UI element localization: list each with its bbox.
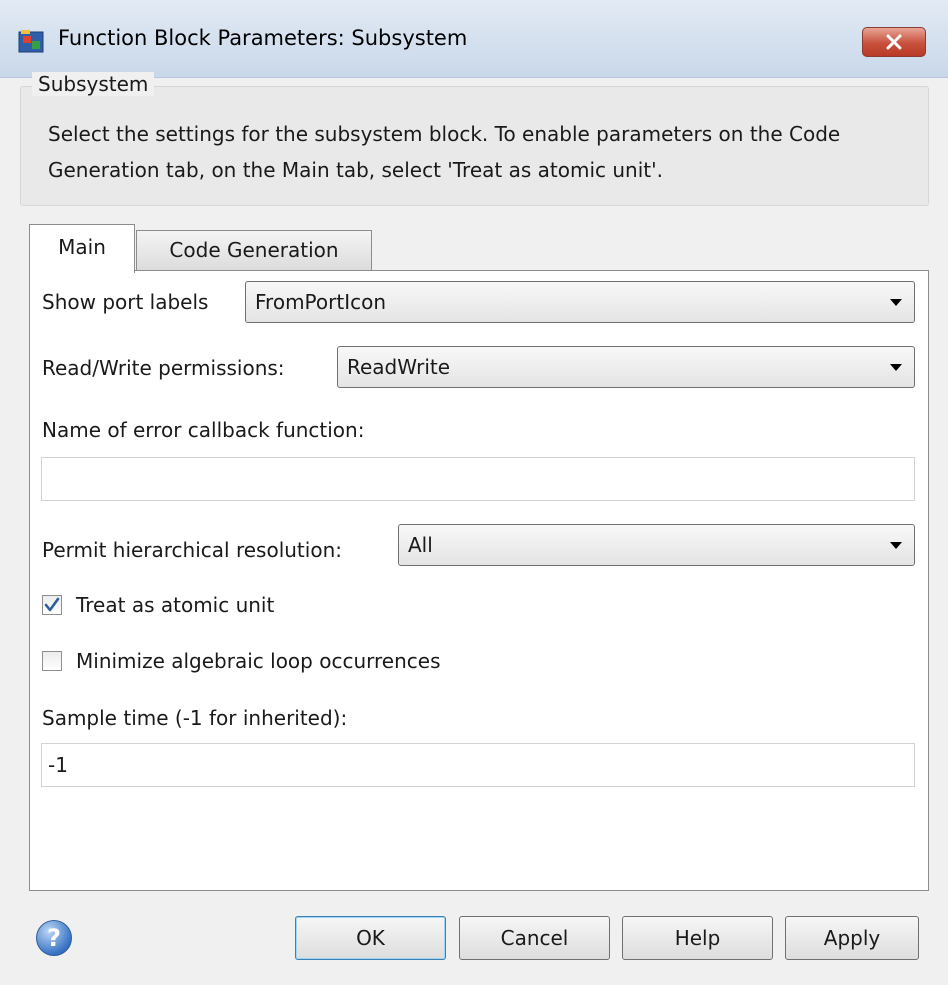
rw-permissions-value: ReadWrite — [347, 355, 451, 379]
dialog-window: Function Block Parameters: Subsystem Sub… — [0, 0, 948, 985]
hierarchical-resolution-label: Permit hierarchical resolution: — [42, 538, 342, 562]
checkmark-icon — [44, 597, 60, 612]
help-button[interactable]: Help — [622, 916, 773, 960]
close-button[interactable] — [862, 27, 926, 57]
simulink-block-icon — [18, 30, 44, 53]
hierarchical-resolution-value: All — [408, 533, 433, 557]
chevron-down-icon — [890, 542, 902, 549]
chevron-down-icon — [890, 299, 902, 306]
chevron-down-icon — [890, 364, 902, 371]
sample-time-input[interactable]: -1 — [41, 743, 915, 787]
rw-permissions-label: Read/Write permissions: — [42, 356, 285, 380]
show-port-labels-dropdown[interactable]: FromPortIcon — [245, 281, 915, 323]
treat-atomic-checkbox[interactable] — [42, 595, 62, 615]
hierarchical-resolution-dropdown[interactable]: All — [398, 524, 915, 566]
error-callback-label: Name of error callback function: — [42, 418, 365, 442]
tab-main[interactable]: Main — [29, 224, 135, 273]
groupbox-title: Subsystem — [32, 72, 155, 96]
show-port-labels-value: FromPortIcon — [255, 290, 387, 314]
groupbox-description: Select the settings for the subsystem bl… — [48, 122, 841, 182]
tab-code-generation[interactable]: Code Generation — [136, 230, 372, 270]
sample-time-label: Sample time (-1 for inherited): — [42, 706, 348, 730]
minimize-loop-label[interactable]: Minimize algebraic loop occurrences — [76, 649, 440, 673]
cancel-button[interactable]: Cancel — [459, 916, 610, 960]
error-callback-input[interactable] — [41, 457, 915, 501]
show-port-labels-label: Show port labels — [42, 290, 209, 314]
title-bar[interactable]: Function Block Parameters: Subsystem — [0, 0, 948, 78]
minimize-loop-checkbox[interactable] — [42, 651, 62, 671]
rw-permissions-dropdown[interactable]: ReadWrite — [337, 346, 915, 388]
help-icon[interactable]: ? — [36, 920, 72, 956]
ok-button[interactable]: OK — [295, 916, 446, 960]
window-title: Function Block Parameters: Subsystem — [58, 26, 468, 50]
treat-atomic-label[interactable]: Treat as atomic unit — [76, 593, 274, 617]
apply-button[interactable]: Apply — [785, 916, 919, 960]
close-icon — [886, 34, 902, 50]
